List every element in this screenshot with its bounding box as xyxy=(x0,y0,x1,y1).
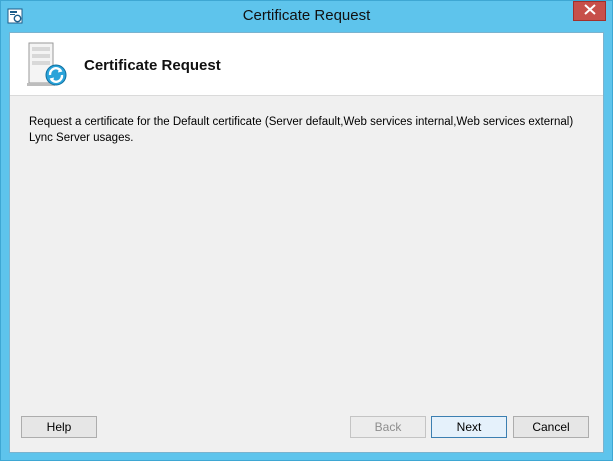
wizard-header: Certificate Request xyxy=(10,33,603,96)
description-line-2: Lync Server usages. xyxy=(29,132,134,144)
close-icon xyxy=(583,2,596,20)
certificate-request-window: Certificate Request Certificate Request … xyxy=(0,0,613,461)
page-title: Certificate Request xyxy=(84,57,221,74)
description-text: Request a certificate for the Default ce… xyxy=(29,114,599,146)
title-bar[interactable]: Certificate Request xyxy=(1,1,612,31)
cancel-button[interactable]: Cancel xyxy=(513,416,589,438)
close-button[interactable] xyxy=(573,1,606,21)
help-button[interactable]: Help xyxy=(21,416,97,438)
description-line-1: Request a certificate for the Default ce… xyxy=(29,116,574,128)
window-title: Certificate Request xyxy=(242,7,371,24)
next-button[interactable]: Next xyxy=(431,416,507,438)
dialog-client-area: Certificate Request Request a certificat… xyxy=(9,32,604,453)
server-refresh-icon xyxy=(25,41,71,89)
back-button[interactable]: Back xyxy=(350,416,426,438)
